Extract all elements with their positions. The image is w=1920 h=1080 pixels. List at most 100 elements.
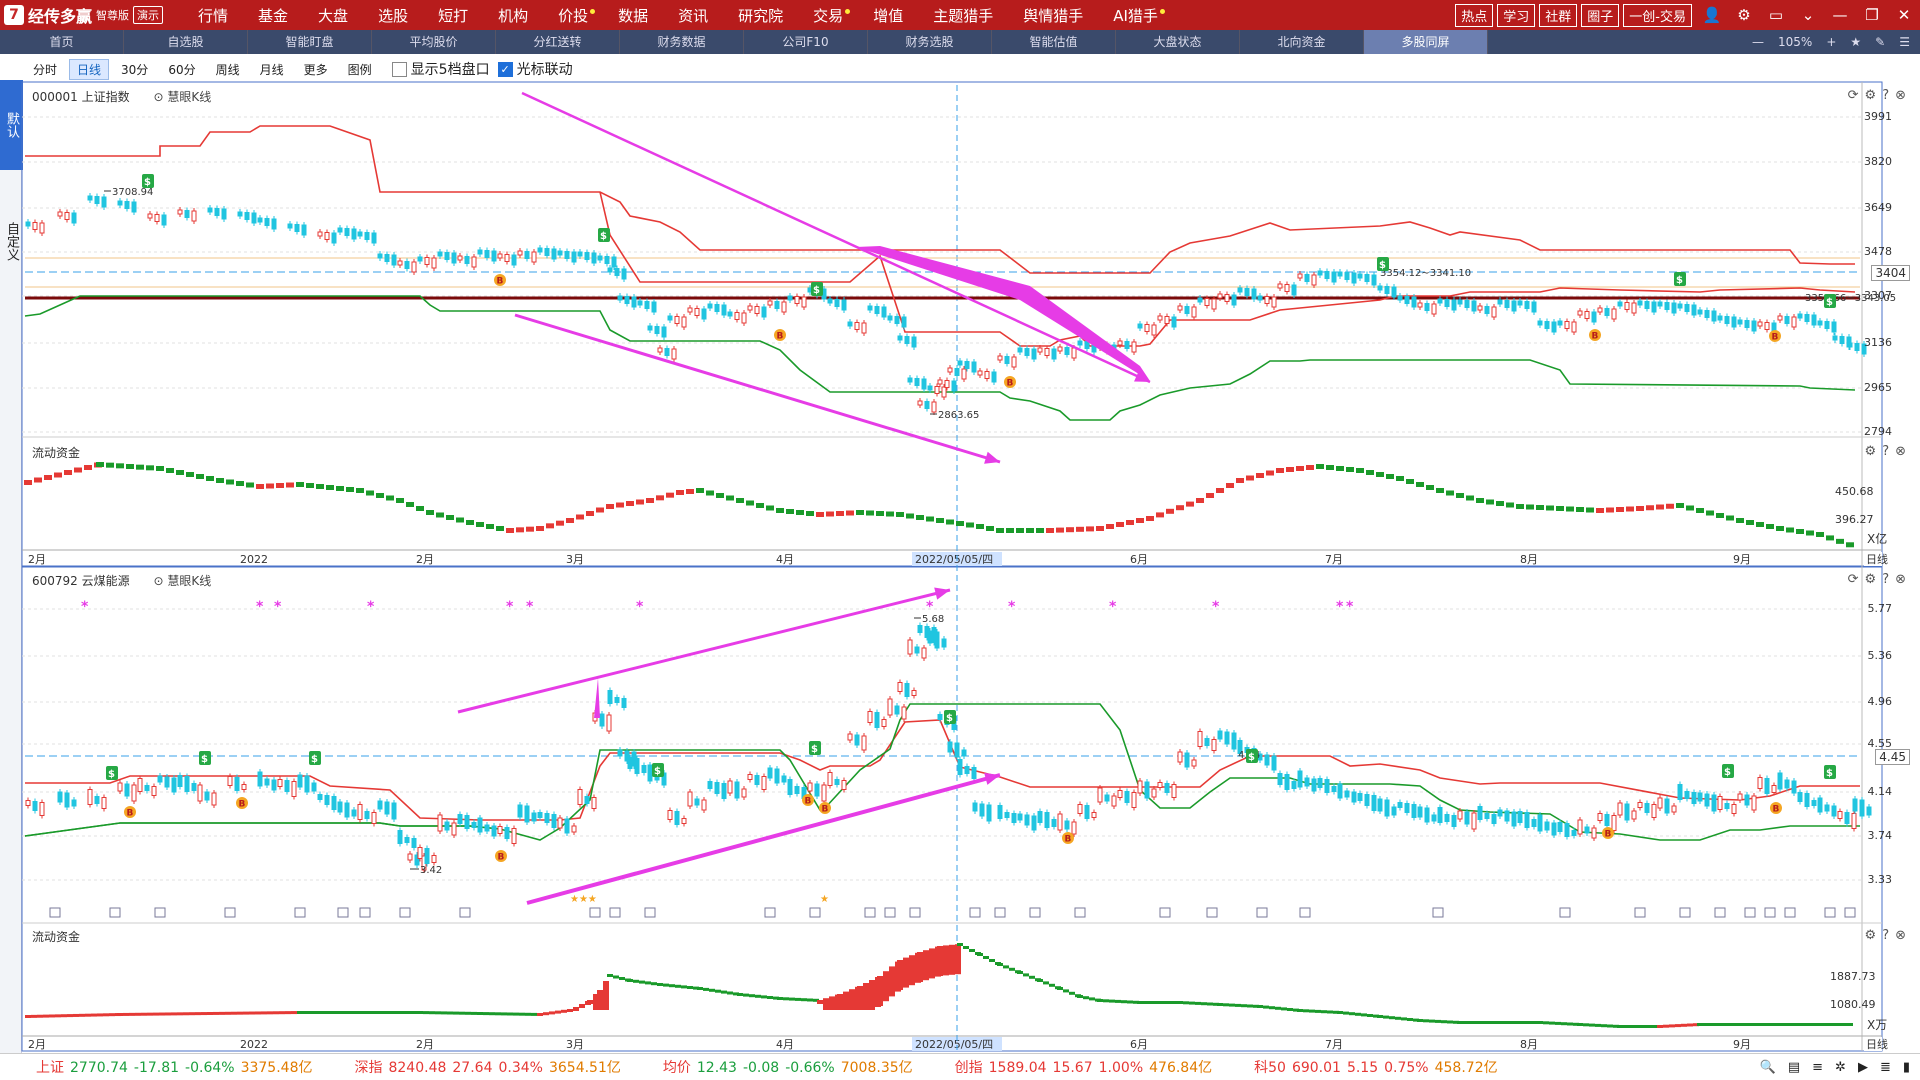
panel2-sub-unit: X万 (1867, 1018, 1887, 1032)
flow-bar (1715, 1023, 1721, 1026)
candle-body (497, 253, 503, 259)
candle-body (537, 812, 543, 818)
flow-bar (1629, 1025, 1635, 1028)
flow-bar (207, 1012, 213, 1015)
candle-body (621, 268, 627, 280)
candle-body (964, 766, 970, 774)
flow-bar (356, 488, 364, 493)
settings-icon[interactable]: ✲ (1835, 1060, 1846, 1075)
x-tick-label: 7月 (1325, 1038, 1343, 1051)
flow-bar (681, 985, 687, 989)
flow-bar (1429, 1019, 1435, 1023)
candle-body (904, 336, 910, 344)
index-change: -0.08 (742, 1060, 780, 1076)
candle-body (1084, 805, 1090, 819)
flow-bar (1635, 1025, 1641, 1028)
flow-bar (513, 1012, 519, 1016)
flow-bar (703, 987, 709, 991)
flow-bar (1149, 1001, 1155, 1004)
index-quote[interactable]: 深指 8240.48 27.64 0.34% 3654.51亿 (354, 1057, 626, 1077)
flow-bar (1537, 1021, 1543, 1024)
flow-bar (363, 1011, 369, 1014)
play-icon[interactable]: ▶ (1858, 1060, 1868, 1075)
flow-bar (1641, 1025, 1647, 1028)
search-icon[interactable]: 🔍 (1760, 1060, 1776, 1075)
candle-body (1017, 813, 1023, 821)
index-quote[interactable]: 创指 1589.04 15.67 1.00% 476.84亿 (955, 1057, 1218, 1077)
candle-body (1417, 302, 1423, 308)
flow-bar (1549, 1021, 1555, 1025)
flow-bar (543, 1012, 549, 1016)
candle-body (807, 782, 813, 792)
candle-body (257, 217, 263, 223)
candle-body (424, 257, 430, 265)
flow-bar (633, 979, 639, 983)
flow-bar (1207, 1002, 1213, 1006)
candle-body (87, 195, 93, 201)
candle-body (164, 776, 170, 788)
flow-bar (883, 971, 889, 1002)
flow-bar (1069, 991, 1075, 995)
flow-bar (1183, 1001, 1189, 1005)
candle-body (1144, 324, 1150, 332)
candle-body (1854, 343, 1860, 351)
trend-arrow (526, 773, 1001, 905)
flow-bar (886, 511, 894, 517)
flow-bar (1126, 520, 1134, 525)
candle-body (971, 361, 977, 373)
candle-body (781, 775, 787, 783)
candle-body (431, 855, 437, 863)
flow-bar (786, 509, 794, 514)
candle-body (1131, 792, 1137, 808)
candle-body (1691, 792, 1697, 804)
candle-body (1044, 812, 1050, 828)
flow-bar (1247, 1004, 1253, 1008)
candle-body (64, 792, 70, 808)
candle-body (131, 201, 137, 213)
flow-bar (25, 1015, 31, 1018)
candle-body (1444, 814, 1450, 822)
layers-icon[interactable]: ≣ (1880, 1060, 1891, 1075)
candle-body (1317, 270, 1323, 276)
candle-body (1751, 795, 1757, 811)
index-quote[interactable]: 上证 2770.74 -17.81 -0.64% 3375.48亿 (36, 1057, 318, 1077)
candle-body (707, 781, 713, 789)
notes-icon[interactable]: ▤ (1788, 1060, 1800, 1075)
candle-body (614, 697, 620, 703)
flow-bar (501, 1012, 507, 1016)
flow-bar (1666, 503, 1674, 509)
candle-body (491, 250, 497, 262)
index-quote[interactable]: 科50 690.01 5.15 0.75% 458.72亿 (1254, 1057, 1503, 1077)
index-change: 27.64 (452, 1060, 493, 1076)
flow-bar (1287, 1008, 1293, 1011)
menu-icon[interactable]: ≡ (1812, 1060, 1823, 1075)
candle-body (1044, 348, 1050, 356)
signal-star: * (526, 599, 534, 615)
x-tick-label: 3月 (566, 553, 584, 566)
candle-body (671, 348, 677, 360)
candle-body (1831, 321, 1837, 333)
chart-bars-icon[interactable]: ▮ (1903, 1060, 1910, 1075)
flow-bar (669, 984, 675, 988)
index-quote[interactable]: 均价 12.43 -0.08 -0.66% 7008.35亿 (663, 1057, 919, 1077)
candle-body (161, 214, 167, 226)
flow-bar (1281, 1007, 1287, 1011)
flow-bar (926, 516, 934, 522)
candle-body (887, 315, 893, 321)
candle-body (1624, 302, 1630, 310)
index-name: 均价 (662, 1060, 691, 1076)
flow-bar (1527, 1021, 1533, 1024)
flow-bar (1847, 1023, 1853, 1026)
flow-bar (526, 526, 534, 532)
chart-canvas[interactable]: 2月 2022 2月 3月 4月 6月 7月 8月 9月2022/05/05/四 日线2月 2022… (0, 0, 1920, 1053)
flow-bar (1807, 1023, 1813, 1026)
flow-bar (326, 485, 334, 490)
candle-body (654, 326, 660, 334)
candle-body (881, 306, 887, 318)
candle-body (767, 767, 773, 779)
flow-bar (1286, 467, 1294, 472)
candle-body (664, 348, 670, 356)
flow-bar (823, 998, 829, 1010)
event-icon (609, 907, 621, 918)
candle-body (591, 252, 597, 264)
